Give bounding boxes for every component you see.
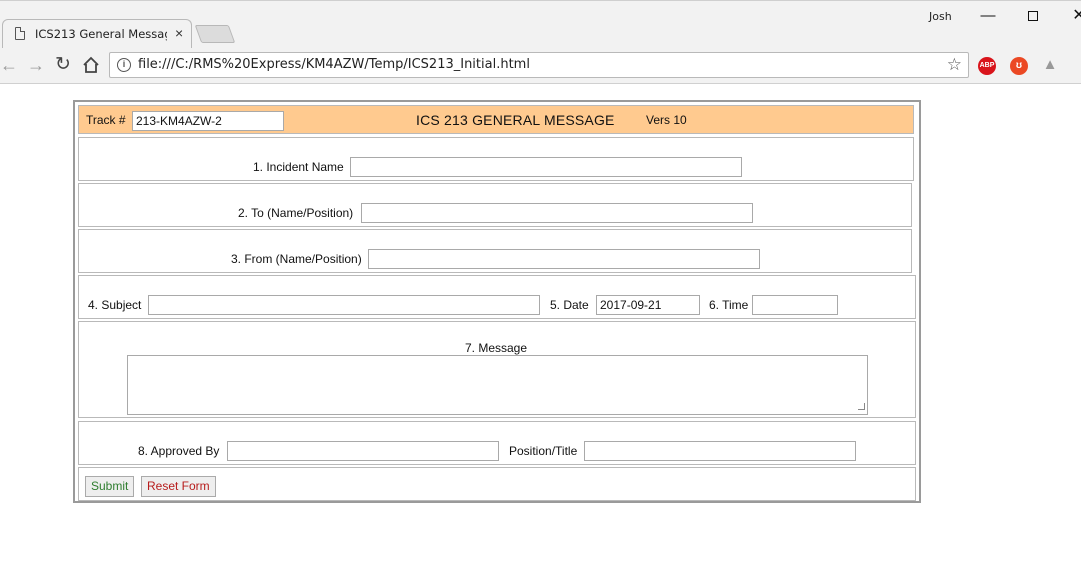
forward-arrow-icon[interactable]: →	[27, 56, 45, 74]
submit-button[interactable]: Submit	[85, 476, 135, 497]
minimize-button[interactable]: —	[968, 5, 1008, 27]
url-text[interactable]: file:///C:/RMS%20Express/KM4AZW/Temp/ICS…	[138, 57, 530, 72]
document-icon	[15, 27, 25, 40]
browser-toolbar: ← → ↻ i file:///C:/RMS%20Express/KM4AZW/…	[0, 48, 1081, 84]
approved-by-label: 8. Approved By	[138, 444, 220, 458]
home-icon[interactable]	[82, 56, 100, 74]
message-row: 7. Message	[78, 321, 916, 418]
address-bar[interactable]: i file:///C:/RMS%20Express/KM4AZW/Temp/I…	[109, 52, 969, 78]
ics213-form: Track # ICS 213 GENERAL MESSAGE Vers 10 …	[73, 100, 921, 503]
subject-row: 4. Subject 5. Date 6. Time	[78, 275, 916, 319]
position-title-input[interactable]	[584, 441, 856, 461]
incident-name-input[interactable]	[350, 157, 742, 177]
to-input[interactable]	[361, 203, 753, 223]
message-label: 7. Message	[465, 341, 528, 355]
maximize-button[interactable]	[1013, 5, 1053, 27]
approved-by-input[interactable]	[227, 441, 499, 461]
tab-title: ICS213 General Message	[35, 27, 167, 41]
to-label: 2. To (Name/Position)	[238, 206, 354, 220]
close-window-button[interactable]: ✕	[1059, 5, 1081, 27]
new-tab-button[interactable]	[194, 25, 236, 43]
time-input[interactable]	[752, 295, 838, 315]
bookmark-star-icon[interactable]: ☆	[947, 55, 962, 75]
to-row: 2. To (Name/Position)	[78, 183, 912, 227]
subject-label: 4. Subject	[88, 298, 142, 312]
browser-tab[interactable]: ICS213 General Message ×	[2, 19, 192, 48]
version-label: Vers 10	[646, 113, 687, 127]
incident-name-label: 1. Incident Name	[253, 160, 344, 174]
from-input[interactable]	[368, 249, 760, 269]
form-header: Track # ICS 213 GENERAL MESSAGE Vers 10	[78, 105, 914, 134]
back-arrow-icon[interactable]: ←	[0, 56, 18, 74]
from-label: 3. From (Name/Position)	[231, 252, 362, 266]
date-input[interactable]	[596, 295, 700, 315]
tab-close-icon[interactable]: ×	[175, 25, 183, 41]
date-label: 5. Date	[550, 298, 589, 312]
reload-icon[interactable]: ↻	[55, 55, 71, 74]
form-title: ICS 213 GENERAL MESSAGE	[416, 112, 615, 128]
adblock-plus-icon[interactable]: ABP	[978, 57, 996, 75]
browser-chrome: ICS213 General Message × Josh — ✕ ← → ↻ …	[0, 0, 1081, 84]
profile-name[interactable]: Josh	[929, 10, 952, 23]
from-row: 3. From (Name/Position)	[78, 229, 912, 273]
button-row: Submit Reset Form	[78, 467, 916, 501]
position-title-label: Position/Title	[509, 444, 578, 458]
approved-row: 8. Approved By Position/Title	[78, 421, 916, 465]
incident-row: 1. Incident Name	[78, 137, 914, 181]
google-drive-icon[interactable]: ▲	[1041, 57, 1059, 75]
reset-form-button[interactable]: Reset Form	[141, 476, 216, 497]
subject-input[interactable]	[148, 295, 540, 315]
info-icon[interactable]: i	[117, 58, 131, 72]
maximize-icon	[1028, 11, 1038, 21]
message-textarea[interactable]	[127, 355, 868, 415]
stumbleupon-icon[interactable]: ʊ	[1010, 57, 1028, 75]
track-label: Track #	[86, 113, 126, 127]
resize-grip-icon[interactable]	[858, 403, 865, 410]
time-label: 6. Time	[709, 298, 749, 312]
track-number-input[interactable]	[132, 111, 284, 131]
